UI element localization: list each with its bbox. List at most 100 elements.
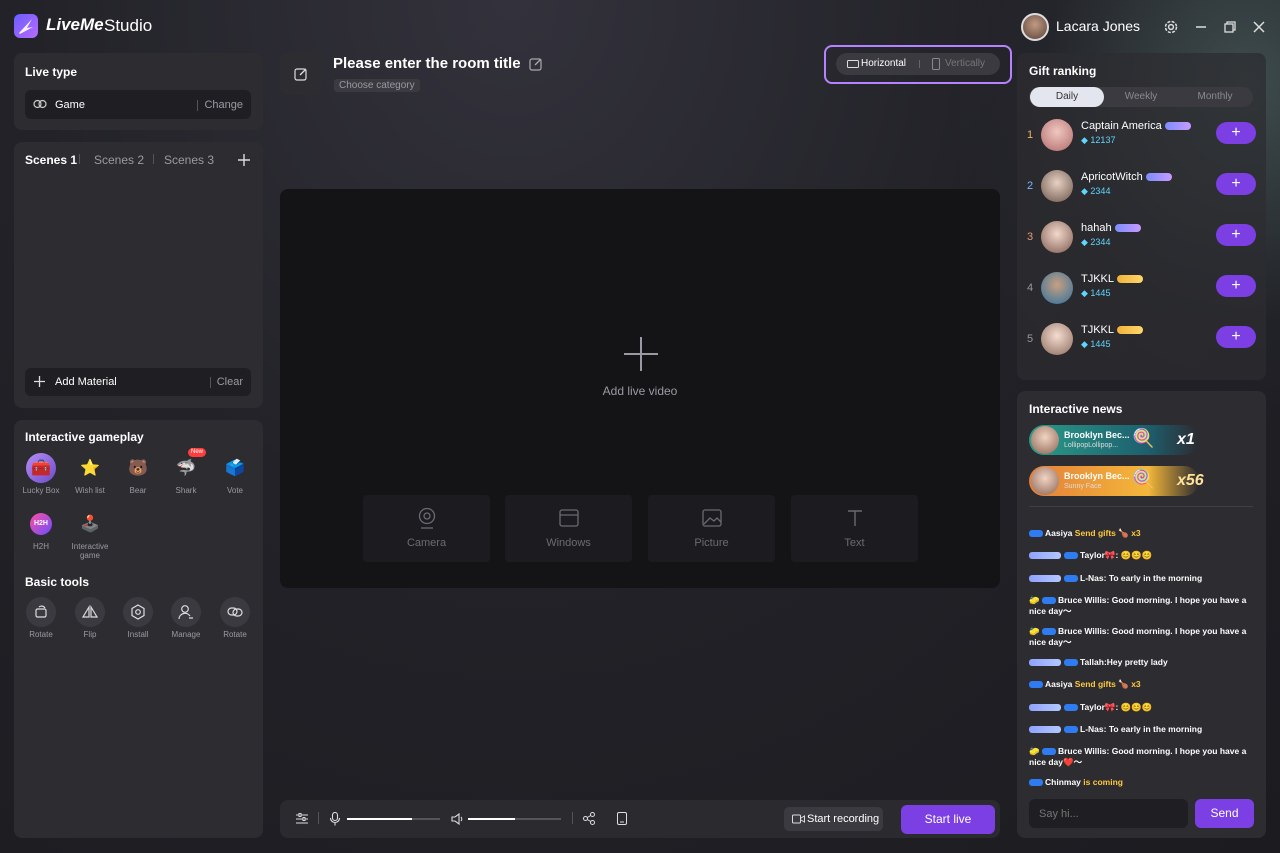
start-live-button[interactable]: Start live <box>901 805 995 834</box>
follow-button[interactable]: + <box>1216 224 1256 246</box>
text-source[interactable]: Text <box>791 495 918 562</box>
tool-label: Vote <box>226 486 243 495</box>
tool-label: Install <box>127 630 149 639</box>
flip-tool[interactable]: Flip <box>70 597 110 639</box>
chat-input[interactable] <box>1029 799 1188 828</box>
chat-message: 🧽 Bruce Willis: Good morning. I hope you… <box>1029 626 1247 647</box>
volume-slider[interactable] <box>468 818 561 820</box>
picture-source[interactable]: Picture <box>648 495 775 562</box>
lucky-box-tool[interactable]: 🧰 Lucky Box <box>21 453 61 495</box>
send-button[interactable]: Send <box>1195 799 1254 828</box>
gem-count: ◆ 2344 <box>1081 237 1111 247</box>
rank-medal-icon: 2 <box>1026 180 1034 192</box>
settings-sliders-icon[interactable] <box>296 813 308 825</box>
minimize-icon[interactable] <box>1192 18 1210 36</box>
tab-weekly[interactable]: Weekly <box>1104 87 1178 107</box>
video-camera-icon <box>792 814 805 824</box>
live-type-selector[interactable]: Game Change <box>25 90 251 119</box>
chat-message: Tallah:Hey pretty lady <box>1029 657 1251 668</box>
divider <box>572 812 573 824</box>
gem-count: ◆ 1445 <box>1081 339 1111 349</box>
rotate-icon <box>26 597 56 627</box>
divider <box>79 154 80 164</box>
add-material-button[interactable]: Add Material <box>55 376 117 388</box>
manage-tool[interactable]: Manage <box>166 597 206 639</box>
settings-icon[interactable] <box>1162 18 1180 36</box>
vertical-option[interactable]: Vertically <box>945 58 985 69</box>
mic-slider-fill <box>347 818 413 820</box>
install-tool[interactable]: Install <box>118 597 158 639</box>
level-badge <box>1064 575 1078 583</box>
microphone-icon[interactable] <box>330 812 340 826</box>
brand-separator: · <box>94 15 100 34</box>
vip-badge <box>1029 659 1061 667</box>
install-icon <box>123 597 153 627</box>
start-recording-button[interactable]: Start recording <box>784 807 883 831</box>
add-live-video-label[interactable]: Add live video <box>280 384 1000 398</box>
category-selector[interactable]: Choose category <box>334 79 420 92</box>
close-icon[interactable] <box>1250 18 1268 36</box>
follow-button[interactable]: + <box>1216 122 1256 144</box>
tab-scenes-3[interactable]: Scenes 3 <box>164 153 214 167</box>
user-avatar[interactable] <box>1021 13 1049 41</box>
gameplay-panel: Interactive gameplay 🧰 Lucky Box ⭐ Wish … <box>14 420 263 838</box>
vote-tool[interactable]: 🗳️ Vote <box>215 453 255 495</box>
chat-message: Chinmay is coming <box>1029 777 1251 788</box>
edit-title-icon[interactable] <box>529 57 543 71</box>
tab-scenes-1[interactable]: Scenes 1 <box>25 153 77 167</box>
room-title[interactable]: Please enter the room title <box>333 55 521 72</box>
add-video-icon[interactable] <box>624 337 658 371</box>
camera-source[interactable]: Camera <box>363 495 490 562</box>
h2h-tool[interactable]: H2H H2H <box>21 509 61 551</box>
tab-daily[interactable]: Daily <box>1030 87 1104 107</box>
edit-room-button[interactable] <box>280 53 322 95</box>
phone-icon[interactable] <box>617 812 627 825</box>
tool-label: Interactive game <box>71 542 109 560</box>
avatar <box>1041 323 1073 355</box>
follow-button[interactable]: + <box>1216 173 1256 195</box>
volume-slider-fill <box>468 818 515 820</box>
add-scene-icon[interactable] <box>238 154 250 166</box>
speaker-icon[interactable] <box>451 813 464 825</box>
lollipop-icon: 🍭 <box>1132 469 1155 489</box>
lucky-box-icon: 🧰 <box>26 453 56 483</box>
tool-label: Flip <box>83 630 97 639</box>
level-badge <box>1164 122 1191 131</box>
clear-button[interactable]: Clear <box>217 376 243 388</box>
avatar <box>1031 467 1059 495</box>
source-label: Picture <box>694 537 729 549</box>
tab-scenes-2[interactable]: Scenes 2 <box>94 153 144 167</box>
user-name[interactable]: Lacara Jones <box>1056 18 1140 34</box>
follow-button[interactable]: + <box>1216 326 1256 348</box>
change-button[interactable]: Change <box>204 99 243 111</box>
level-badge <box>1114 224 1141 233</box>
horizontal-icon <box>847 59 859 69</box>
level-badge <box>1029 681 1043 689</box>
level-badge <box>1064 704 1078 712</box>
follow-button[interactable]: + <box>1216 275 1256 297</box>
rotate-tool[interactable]: Rotate <box>21 597 61 639</box>
wish-list-tool[interactable]: ⭐ Wish list <box>70 453 110 495</box>
scenes-panel: Scenes 1 Scenes 2 Scenes 3 Add Material … <box>14 142 263 408</box>
share-icon[interactable] <box>583 812 595 825</box>
tab-monthly[interactable]: Monthly <box>1178 87 1252 107</box>
tool-label: Bear <box>129 486 147 495</box>
vertical-icon <box>932 58 941 70</box>
gameplay-heading: Interactive gameplay <box>25 430 144 444</box>
shark-tool[interactable]: 🦈 New Shark <box>166 448 207 495</box>
gift-banner: Brooklyn Bec... Sunny Face 🍭 x56 <box>1029 466 1204 496</box>
vip-badge <box>1029 575 1061 583</box>
mic-slider[interactable] <box>347 818 440 820</box>
avatar <box>1041 221 1073 253</box>
bear-tool[interactable]: 🐻 Bear <box>118 453 158 495</box>
windows-source[interactable]: Windows <box>505 495 632 562</box>
vip-badge <box>1029 726 1061 734</box>
gem-count: ◆ 2344 <box>1081 186 1111 196</box>
rotate-link-tool[interactable]: Rotate <box>215 597 255 639</box>
divider <box>153 154 154 164</box>
level-badge <box>1041 748 1056 756</box>
horizontal-option[interactable]: Horizontal <box>861 58 906 69</box>
vote-icon: 🗳️ <box>225 460 245 477</box>
interactive-game-tool[interactable]: 🕹️ Interactive game <box>70 509 110 560</box>
restore-icon[interactable] <box>1221 18 1239 36</box>
